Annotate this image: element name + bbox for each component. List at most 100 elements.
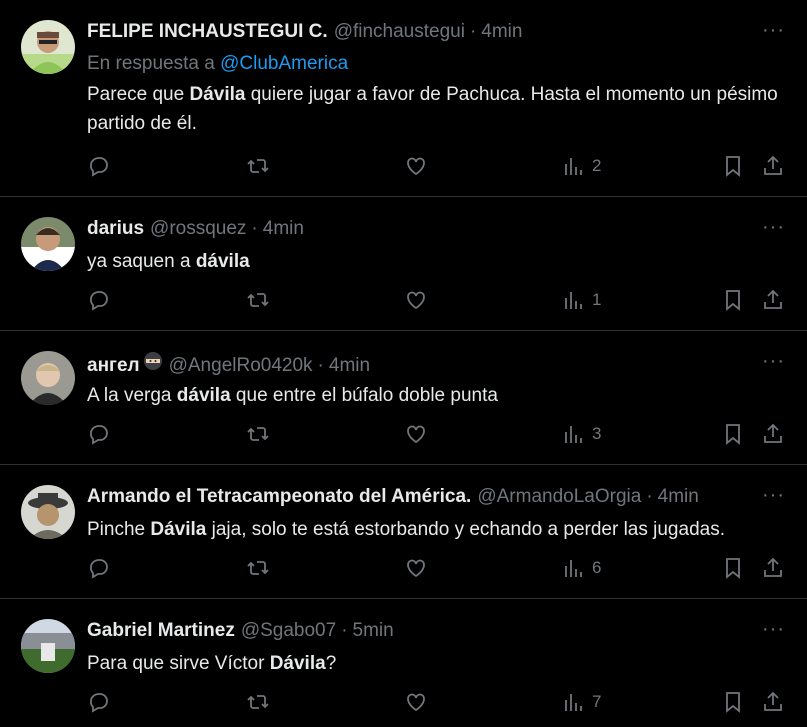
tweet[interactable]: Armando el Tetracampeonato del América. … (0, 465, 807, 599)
reply-icon (90, 291, 108, 311)
tweet-text-highlight: dávila (176, 385, 231, 406)
timestamp[interactable]: 5min (353, 619, 394, 643)
reply-icon (90, 559, 108, 579)
like-button[interactable] (404, 422, 428, 446)
timestamp[interactable]: 4min (481, 20, 522, 44)
bookmark-icon (726, 156, 740, 177)
author-name[interactable]: Armando el Tetracampeonato del América. (87, 485, 471, 509)
author-handle[interactable]: @AngelRo0420k (169, 354, 313, 377)
bookmark-button[interactable] (721, 422, 745, 446)
like-icon (407, 559, 425, 578)
retweet-icon (247, 159, 269, 173)
retweet-icon (247, 293, 269, 307)
reply-context: En respuesta a @ClubAmerica (87, 52, 787, 76)
bookmark-button[interactable] (721, 154, 745, 178)
share-button[interactable] (761, 288, 785, 312)
tweet-text-part: Para que sirve Víctor (87, 653, 270, 674)
share-button[interactable] (761, 690, 785, 714)
timestamp[interactable]: 4min (329, 354, 370, 377)
reply-button[interactable] (87, 422, 111, 446)
like-button[interactable] (404, 690, 428, 714)
retweet-button[interactable] (246, 288, 270, 312)
share-icon (764, 155, 782, 175)
tweet-actions: 1 (0, 288, 807, 314)
bookmark-button[interactable] (721, 690, 745, 714)
avatar[interactable] (21, 351, 75, 405)
more-options-button[interactable]: ··· (762, 485, 785, 505)
avatar[interactable] (21, 619, 75, 673)
author-handle[interactable]: @finchaustegui (334, 20, 465, 44)
more-options-button[interactable]: ··· (762, 217, 785, 237)
retweet-button[interactable] (246, 422, 270, 446)
tweet-text: Para que sirve Víctor Dávila? (87, 649, 787, 678)
tweet-text-part: Parece que (87, 84, 190, 105)
author-name[interactable]: darius (87, 217, 144, 241)
share-button[interactable] (761, 154, 785, 178)
like-button[interactable] (404, 288, 428, 312)
tweet-text: ya saquen a dávila (87, 247, 787, 276)
reply-button[interactable] (87, 154, 111, 178)
like-button[interactable] (404, 154, 428, 178)
tweet[interactable]: darius @rossquez · 4min ya saquen a dávi… (0, 197, 807, 331)
tweet-text-part: A la verga (87, 385, 177, 406)
author-name[interactable]: Gabriel Martinez (87, 619, 235, 643)
more-options-button[interactable]: ··· (762, 351, 785, 371)
views-count: 2 (592, 156, 602, 175)
retweet-button[interactable] (246, 556, 270, 580)
separator-dot: · (317, 355, 324, 376)
avatar[interactable] (21, 217, 75, 271)
more-options-button[interactable]: ··· (762, 20, 785, 40)
retweet-button[interactable] (246, 690, 270, 714)
bookmark-icon (726, 558, 740, 579)
author-handle[interactable]: @rossquez (150, 217, 246, 241)
author-name[interactable]: FELIPE INCHAUSTEGUI C. (87, 20, 328, 44)
avatar[interactable] (21, 20, 75, 74)
author-handle[interactable]: @Sgabo07 (241, 619, 336, 643)
bookmark-button[interactable] (721, 556, 745, 580)
views-button[interactable]: 7 (562, 690, 601, 714)
bookmark-icon (726, 290, 740, 311)
tweet[interactable]: ангел @AngelRo0420k · 4min A la verga dá… (0, 331, 807, 465)
tweet-text-part: Pinche (87, 519, 151, 540)
author-handle[interactable]: @ArmandoLaOrgia (477, 485, 641, 509)
retweet-icon (247, 561, 269, 575)
separator-dot: · (646, 486, 653, 507)
reply-button[interactable] (87, 690, 111, 714)
retweet-icon (247, 695, 269, 709)
share-icon (764, 557, 782, 577)
views-count: 7 (592, 692, 602, 711)
share-button[interactable] (761, 422, 785, 446)
tweet-text-highlight: dávila (195, 251, 250, 272)
timestamp[interactable]: 4min (658, 485, 699, 509)
reply-button[interactable] (87, 288, 111, 312)
author-name[interactable]: ангел (87, 354, 140, 377)
bookmark-button[interactable] (721, 288, 745, 312)
more-options-button[interactable]: ··· (762, 619, 785, 639)
tweet-text-highlight: Dávila (150, 519, 207, 540)
bookmark-icon (726, 424, 740, 445)
views-button[interactable]: 3 (562, 422, 601, 446)
tweet-text-highlight: Dávila (269, 653, 326, 674)
avatar[interactable] (21, 485, 75, 539)
views-button[interactable]: 2 (562, 154, 601, 178)
like-button[interactable] (404, 556, 428, 580)
tweet[interactable]: FELIPE INCHAUSTEGUI C. @finchaustegui · … (0, 0, 807, 197)
views-button[interactable]: 1 (562, 288, 601, 312)
reply-button[interactable] (87, 556, 111, 580)
views-button[interactable]: 6 (562, 556, 601, 580)
views-icon (565, 694, 582, 711)
views-count: 6 (592, 558, 602, 577)
share-icon (764, 423, 782, 443)
reply-mention-link[interactable]: @ClubAmerica (220, 53, 348, 74)
tweet-text: Parece que Dávila quiere jugar a favor d… (87, 80, 787, 138)
bookmark-icon (726, 692, 740, 713)
tweet[interactable]: Gabriel Martinez @Sgabo07 · 5min Para qu… (0, 599, 807, 727)
tweet-text-part: ya saquen a (87, 251, 196, 272)
share-button[interactable] (761, 556, 785, 580)
retweet-icon (247, 427, 269, 441)
tweet-text: A la verga dávila que entre el búfalo do… (87, 381, 787, 410)
timestamp[interactable]: 4min (263, 217, 304, 241)
retweet-button[interactable] (246, 154, 270, 178)
reply-icon (90, 693, 108, 713)
tweet-text-highlight: Dávila (189, 84, 246, 105)
